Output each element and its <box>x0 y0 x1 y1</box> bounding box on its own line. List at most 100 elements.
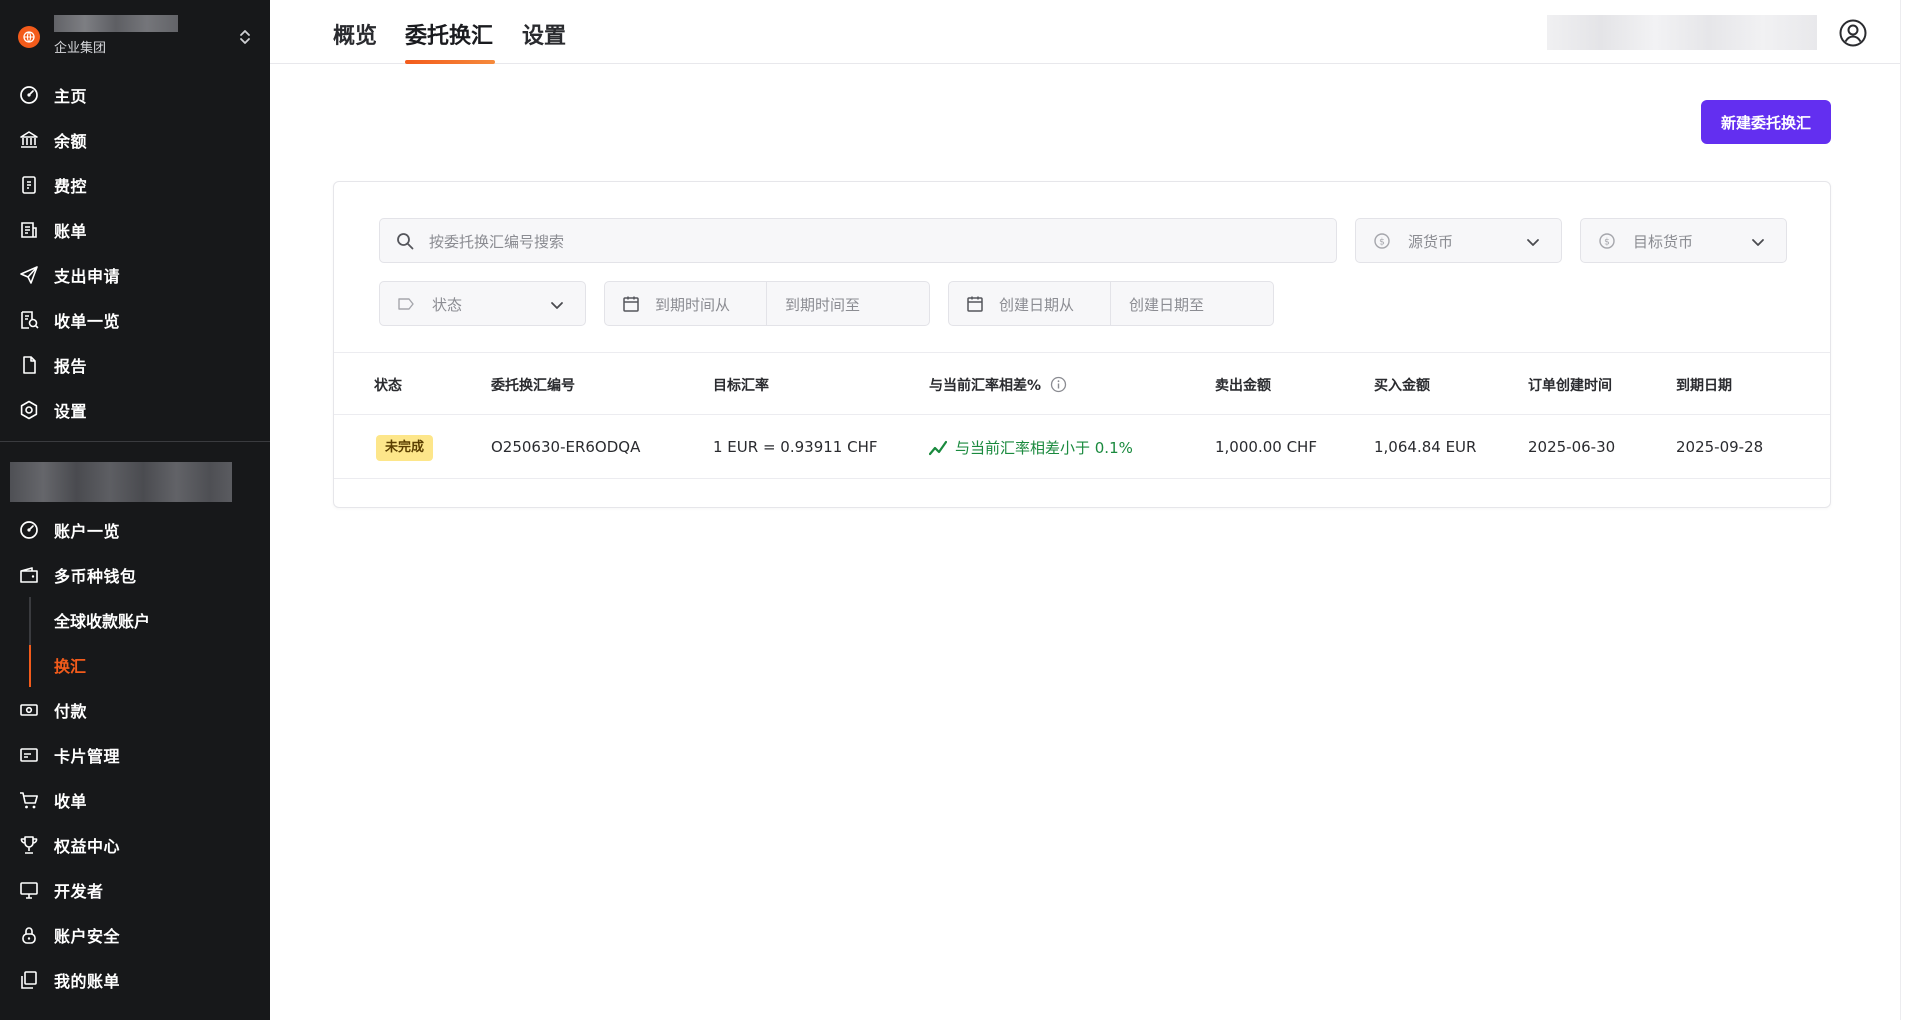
search-doc-icon <box>21 311 39 329</box>
target-rate-cell: 1 EUR = 0.93911 CHF <box>713 438 878 456</box>
sidebar: 企业集团 主页 余额 费控 账单 支出申请 收单一览 报告 设置 账户一览 多币… <box>0 0 270 1020</box>
status-badge: 未完成 <box>376 435 434 461</box>
sidebar-subitem-fx[interactable]: 换汇 <box>0 645 270 685</box>
sidebar-item-label: 账户一览 <box>54 522 121 541</box>
created-from-placeholder[interactable]: 创建日期从 <box>999 294 1074 315</box>
monitor-icon <box>20 882 38 899</box>
search-icon <box>397 233 414 250</box>
sidebar-item-reports[interactable]: 报告 <box>0 345 270 385</box>
column-header-order-id: 委托换汇编号 <box>491 378 575 394</box>
sidebar-item-label: 我的账单 <box>54 972 121 991</box>
expiry-from-placeholder[interactable]: 到期时间从 <box>655 294 730 315</box>
sidebar-divider <box>0 441 270 442</box>
column-header-rate-diff: 与当前汇率相差% <box>929 378 1042 394</box>
tag-icon <box>398 298 414 310</box>
sidebar-item-wallet[interactable]: 多币种钱包 <box>0 555 270 595</box>
currency-icon: $ <box>1374 233 1390 249</box>
sidebar-item-label: 费控 <box>54 177 88 196</box>
range-separator <box>1110 282 1111 325</box>
sidebar-item-my-bills[interactable]: 我的账单 <box>0 960 270 1000</box>
created-date-range[interactable]: 创建日期从 创建日期至 <box>948 281 1274 326</box>
chevron-down-icon <box>1527 239 1539 246</box>
org-name-redacted <box>54 15 178 32</box>
order-id-cell: O250630-ER6ODQA <box>491 438 641 456</box>
org-switcher[interactable]: 企业集团 <box>18 14 252 60</box>
receipt-icon <box>22 176 36 194</box>
tab-fx-orders[interactable]: 委托换汇 <box>405 18 493 50</box>
sidebar-item-security[interactable]: 账户安全 <box>0 915 270 955</box>
sidebar-item-label: 账单 <box>54 222 88 241</box>
cash-icon <box>20 704 38 716</box>
dashboard-icon <box>20 521 38 539</box>
chevron-up-down-icon[interactable] <box>238 28 252 46</box>
source-currency-select[interactable]: $ 源货币 <box>1355 218 1562 263</box>
source-currency-placeholder: 源货币 <box>1408 233 1454 251</box>
sidebar-item-balance[interactable]: 余额 <box>0 120 270 160</box>
calendar-icon <box>967 296 983 312</box>
org-subtitle: 企业集团 <box>54 41 107 56</box>
sell-amount-cell: 1,000.00 CHF <box>1215 438 1317 456</box>
sidebar-item-label: 支出申请 <box>54 267 121 286</box>
sidebar-item-expense[interactable]: 费控 <box>0 165 270 205</box>
sidebar-item-label: 收单一览 <box>54 312 121 331</box>
table-row[interactable]: 未完成 O250630-ER6ODQA 1 EUR = 0.93911 CHF … <box>334 415 1830 479</box>
sidebar-subitem-global-accounts[interactable]: 全球收款账户 <box>0 600 270 640</box>
send-icon <box>20 266 38 284</box>
user-name-redacted <box>1547 15 1817 50</box>
cart-icon <box>20 792 38 809</box>
page-scrollbar[interactable] <box>1900 0 1917 1020</box>
new-fx-order-button[interactable]: 新建委托换汇 <box>1701 100 1831 144</box>
sidebar-item-home[interactable]: 主页 <box>0 75 270 115</box>
tab-settings[interactable]: 设置 <box>522 18 566 50</box>
column-header-status: 状态 <box>374 378 402 394</box>
sidebar-item-label: 开发者 <box>54 882 104 901</box>
created-date-cell: 2025-06-30 <box>1528 438 1616 456</box>
created-to-placeholder[interactable]: 创建日期至 <box>1129 294 1204 315</box>
table-header: 状态 委托换汇编号 目标汇率 与当前汇率相差% 卖出金额 买入金额 订单创建时间… <box>334 352 1830 415</box>
info-icon[interactable] <box>1050 376 1067 393</box>
sidebar-item-payments[interactable]: 付款 <box>0 690 270 730</box>
search-placeholder: 按委托换汇编号搜索 <box>429 233 565 251</box>
sidebar-item-rewards[interactable]: 权益中心 <box>0 825 270 865</box>
file-icon <box>23 356 36 374</box>
sidebar-item-developers[interactable]: 开发者 <box>0 870 270 910</box>
target-currency-select[interactable]: $ 目标货币 <box>1580 218 1787 263</box>
trophy-icon <box>20 836 38 854</box>
search-input[interactable]: 按委托换汇编号搜索 <box>379 218 1337 263</box>
trend-up-icon <box>929 440 947 455</box>
sidebar-item-acquiring[interactable]: 收单 <box>0 780 270 820</box>
tab-overview[interactable]: 概览 <box>333 18 377 50</box>
sidebar-item-label: 多币种钱包 <box>54 567 137 586</box>
sidebar-item-label: 卡片管理 <box>54 747 121 766</box>
status-select[interactable]: 状态 <box>379 281 586 326</box>
sidebar-item-bills[interactable]: 账单 <box>0 210 270 250</box>
sidebar-item-settings[interactable]: 设置 <box>0 390 270 430</box>
column-header-sell-amount: 卖出金额 <box>1215 378 1271 394</box>
lock-icon <box>22 927 36 944</box>
org-logo-icon <box>18 26 40 48</box>
sidebar-item-label: 收单 <box>54 792 88 811</box>
rate-diff-text: 与当前汇率相差小于 0.1% <box>955 439 1133 457</box>
target-currency-placeholder: 目标货币 <box>1633 233 1694 251</box>
dashboard-icon <box>20 86 38 104</box>
column-header-expiry: 到期日期 <box>1676 378 1732 394</box>
buy-amount-cell: 1,064.84 EUR <box>1374 438 1477 456</box>
calendar-icon <box>623 296 639 312</box>
sidebar-item-label: 主页 <box>54 87 88 106</box>
column-header-target-rate: 目标汇率 <box>713 378 769 394</box>
sidebar-subitem-label: 全球收款账户 <box>54 612 151 631</box>
expiry-date-range[interactable]: 到期时间从 到期时间至 <box>604 281 930 326</box>
account-name-redacted <box>10 462 232 502</box>
wallet-icon <box>20 567 38 583</box>
sidebar-item-label: 权益中心 <box>54 837 121 856</box>
sidebar-item-receipts[interactable]: 收单一览 <box>0 300 270 340</box>
sidebar-item-spend-request[interactable]: 支出申请 <box>0 255 270 295</box>
user-avatar-icon[interactable] <box>1838 18 1868 48</box>
status-placeholder: 状态 <box>432 296 463 314</box>
column-header-created: 订单创建时间 <box>1528 378 1612 394</box>
sidebar-item-cards[interactable]: 卡片管理 <box>0 735 270 775</box>
sidebar-item-label: 账户安全 <box>54 927 121 946</box>
sidebar-item-accounts[interactable]: 账户一览 <box>0 510 270 550</box>
expiry-to-placeholder[interactable]: 到期时间至 <box>785 294 860 315</box>
bank-icon <box>20 131 38 148</box>
